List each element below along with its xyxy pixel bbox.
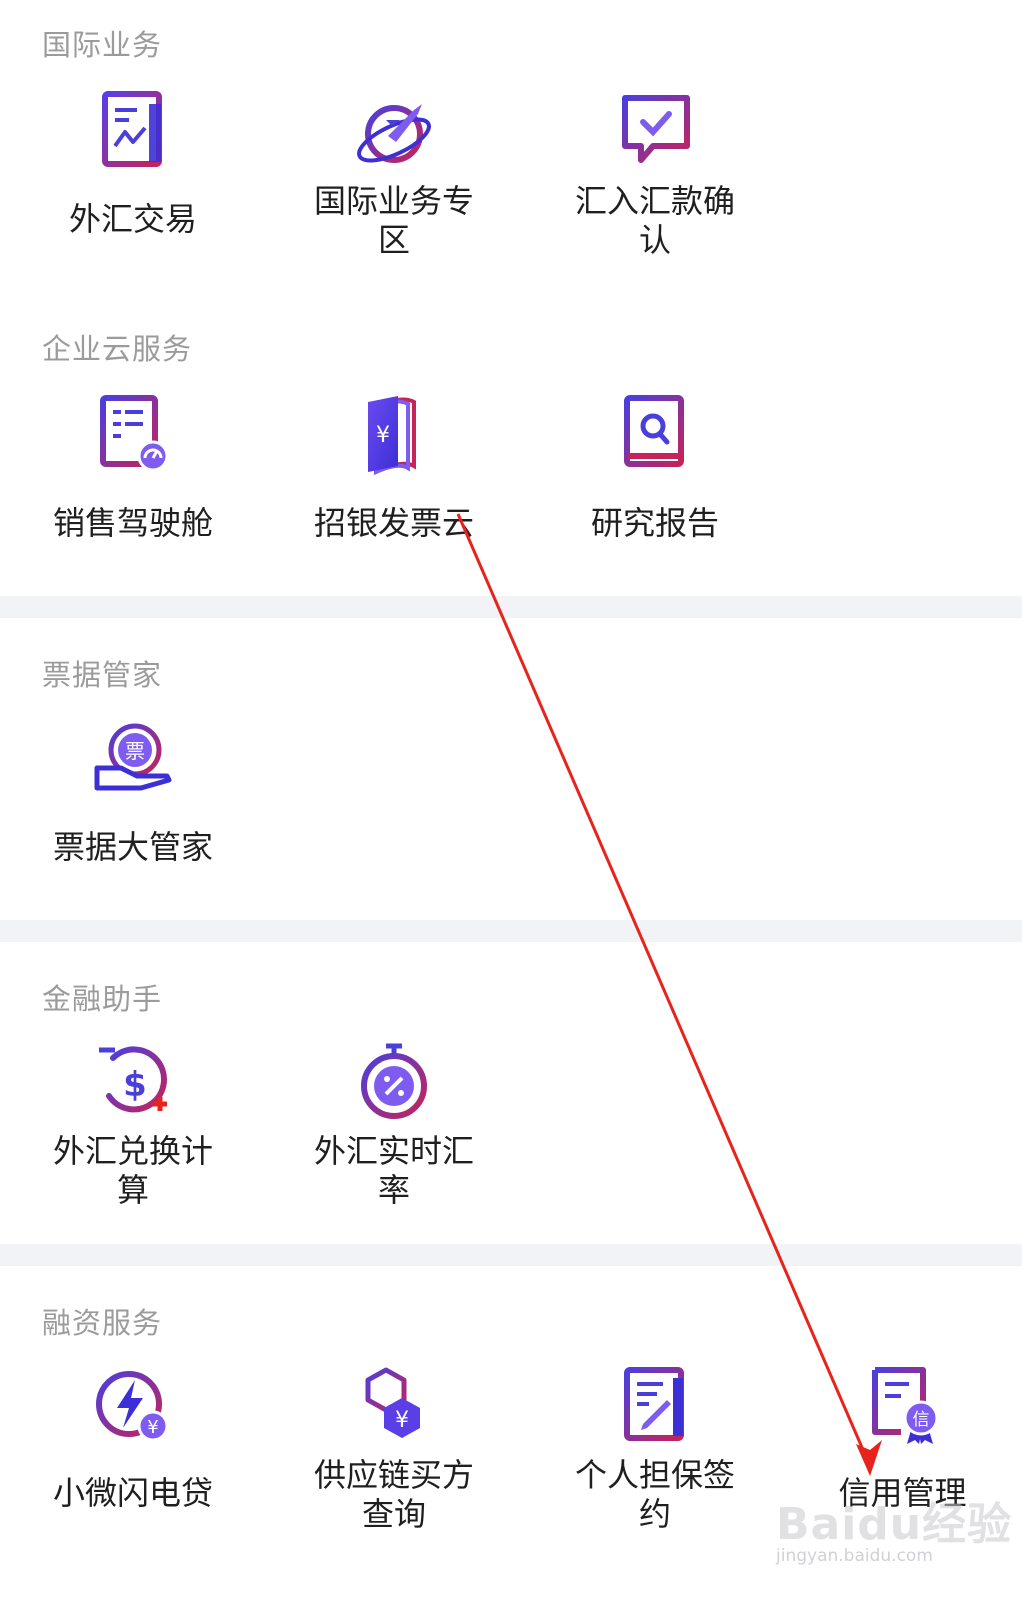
section-title: 票据管家	[42, 658, 163, 692]
tile-label: 国际业务专区	[313, 182, 474, 259]
tile-label: 外汇实时汇率	[313, 1132, 474, 1209]
tile-personal-guarantee[interactable]: 个人担保签约	[522, 1364, 788, 1534]
tile-label: 销售驾驶舱	[52, 504, 213, 542]
svg-text:¥: ¥	[395, 1408, 409, 1433]
tile-forex-trading[interactable]: 外汇交易	[0, 90, 266, 239]
tile-forex-calculator[interactable]: $ 外汇兑换计算	[0, 1040, 266, 1210]
lightning-yen-icon: ¥	[96, 1371, 169, 1442]
tile-label: 招银发票云	[313, 504, 474, 542]
tile-label: 票据大管家	[52, 828, 213, 866]
tile-supply-chain-buyer[interactable]: ¥ 供应链买方查询	[261, 1364, 527, 1534]
svg-text:$: $	[123, 1065, 147, 1105]
bill-hand-icon: 票	[94, 723, 172, 791]
forex-chart-document-icon	[102, 91, 162, 167]
tile-label: 供应链买方查询	[313, 1456, 474, 1533]
tile-forex-rate[interactable]: 外汇实时汇率	[261, 1040, 527, 1210]
svg-text:¥: ¥	[376, 423, 390, 448]
svg-text:¥: ¥	[147, 1417, 158, 1438]
section-financing: 融资服务 ¥ 小微闪电贷 ¥ 供应链买方查询 个人担保签约 信 信用管理	[0, 1266, 1022, 1600]
tile-invoice-cloud[interactable]: ¥ 招银发票云	[261, 394, 527, 543]
tile-label: 汇入汇款确认	[574, 182, 735, 259]
section-bill-manager: 票据管家 票 票据大管家	[0, 618, 1022, 920]
chat-check-icon	[622, 95, 690, 163]
tile-sales-cockpit[interactable]: 销售驾驶舱	[0, 394, 266, 543]
invoice-book-yen-icon: ¥	[368, 396, 416, 476]
tile-label: 研究报告	[590, 504, 719, 542]
section-title: 融资服务	[42, 1306, 163, 1340]
tile-inward-remittance-confirm[interactable]: 汇入汇款确认	[522, 90, 788, 260]
tile-credit-management[interactable]: 信 信用管理	[783, 1364, 1022, 1513]
section-international: 国际业务 外汇交易 国际业务专区 汇入汇款确认	[0, 0, 1022, 296]
sign-document-icon	[624, 1367, 684, 1441]
section-title: 金融助手	[42, 982, 163, 1016]
tile-label: 小微闪电贷	[52, 1474, 213, 1512]
svg-text:票: 票	[125, 739, 145, 763]
section-title: 国际业务	[42, 28, 163, 62]
tile-label: 外汇交易	[68, 200, 197, 238]
section-separator	[0, 596, 1022, 618]
tile-research-report[interactable]: 研究报告	[522, 394, 788, 543]
dollar-timer-plus-icon: $	[99, 1046, 167, 1113]
section-separator	[0, 1244, 1022, 1266]
svg-text:信: 信	[912, 1410, 929, 1430]
tile-label: 个人担保签约	[574, 1456, 735, 1533]
section-separator	[0, 920, 1022, 942]
tile-label: 信用管理	[838, 1474, 967, 1512]
hexagon-yen-icon: ¥	[365, 1367, 420, 1438]
section-enterprise-cloud: 企业云服务 销售驾驶舱 ¥ 招银发票云 研究报告	[0, 304, 1022, 596]
globe-plane-icon	[357, 104, 431, 163]
stopwatch-percent-icon	[361, 1043, 427, 1119]
tile-label: 外汇兑换计算	[52, 1132, 213, 1209]
section-finance-assistant: 金融助手 $ 外汇兑换计算 外汇实时汇率	[0, 942, 1022, 1244]
dashboard-document-icon	[100, 395, 169, 472]
credit-certificate-icon: 信	[871, 1367, 938, 1444]
tile-bill-butler[interactable]: 票 票据大管家	[0, 718, 266, 867]
tile-micro-flash-loan[interactable]: ¥ 小微闪电贷	[0, 1364, 266, 1513]
section-title: 企业云服务	[42, 332, 193, 366]
research-book-search-icon	[624, 395, 684, 467]
tile-international-zone[interactable]: 国际业务专区	[261, 90, 527, 260]
